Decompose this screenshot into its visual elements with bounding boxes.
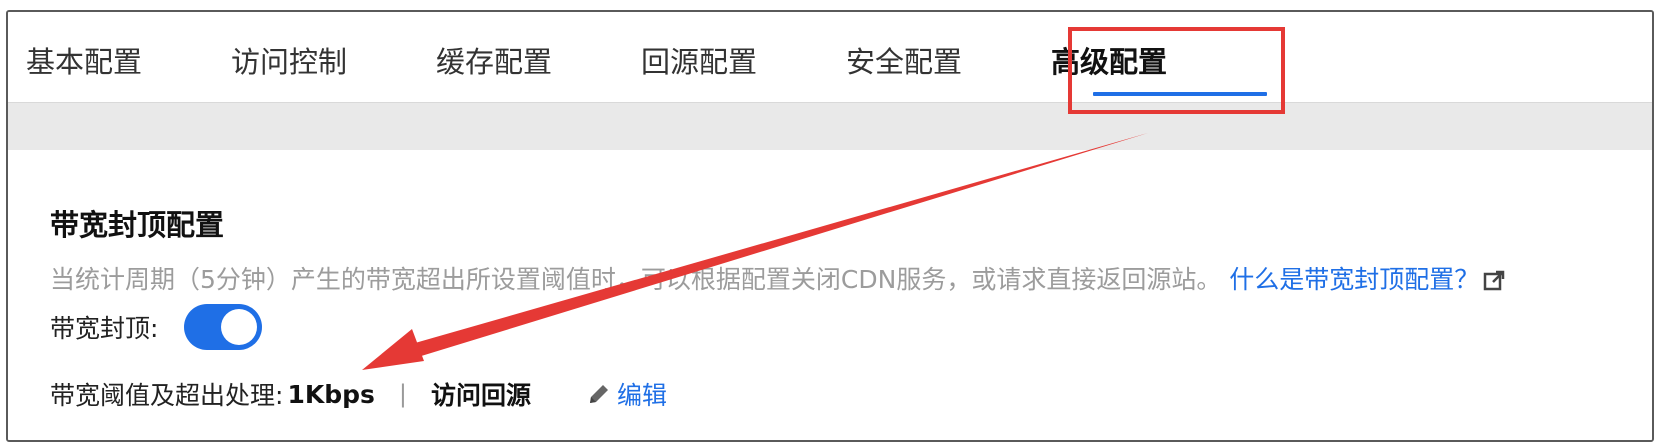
external-link-icon: [1484, 270, 1505, 291]
threshold-label: 带宽阈值及超出处理:: [50, 381, 284, 410]
bandwidth-cap-section: 带宽封顶配置 当统计周期（5分钟）产生的带宽超出所设置阈值时，可以根据配置关闭C…: [8, 150, 1652, 440]
bandwidth-cap-toggle[interactable]: [184, 304, 263, 350]
edit-label: 编辑: [617, 381, 668, 410]
description-text: 当统计周期（5分钟）产生的带宽超出所设置阈值时，可以根据配置关闭CDN服务，或请…: [50, 265, 1222, 294]
tab-access-control[interactable]: 访问控制: [231, 42, 347, 82]
pencil-icon: [590, 385, 608, 403]
section-title: 带宽封顶配置: [50, 208, 225, 242]
tab-content-divider: [8, 103, 1652, 150]
section-description: 当统计周期（5分钟）产生的带宽超出所设置阈值时，可以根据配置关闭CDN服务，或请…: [50, 260, 1505, 296]
threshold-value: 1Kbps: [287, 379, 375, 409]
value-separator: |: [398, 380, 407, 408]
tab-origin-config[interactable]: 回源配置: [641, 42, 757, 82]
active-tab-indicator: [1093, 92, 1267, 96]
bandwidth-cap-label: 带宽封顶:: [50, 314, 159, 343]
exceed-action: 访问回源: [430, 381, 531, 410]
tab-security-config[interactable]: 安全配置: [846, 42, 962, 82]
tab-cache-config[interactable]: 缓存配置: [436, 42, 552, 82]
bandwidth-cap-toggle-row: 带宽封顶:: [50, 302, 263, 352]
threshold-row: 带宽阈值及超出处理: 1Kbps | 访问回源 编辑: [50, 374, 667, 414]
tab-basic-config[interactable]: 基本配置: [26, 42, 142, 82]
toggle-knob: [221, 309, 258, 345]
help-link[interactable]: 什么是带宽封顶配置？: [1229, 265, 1505, 294]
settings-panel: 基本配置 访问控制 缓存配置 回源配置 安全配置 高级配置 带宽封顶配置 当统计…: [6, 10, 1654, 442]
help-link-label: 什么是带宽封顶配置？: [1229, 265, 1480, 294]
tab-bar: 基本配置 访问控制 缓存配置 回源配置 安全配置 高级配置: [8, 12, 1652, 103]
tab-advanced-config[interactable]: 高级配置: [1051, 42, 1167, 82]
edit-button[interactable]: 编辑: [587, 376, 667, 412]
